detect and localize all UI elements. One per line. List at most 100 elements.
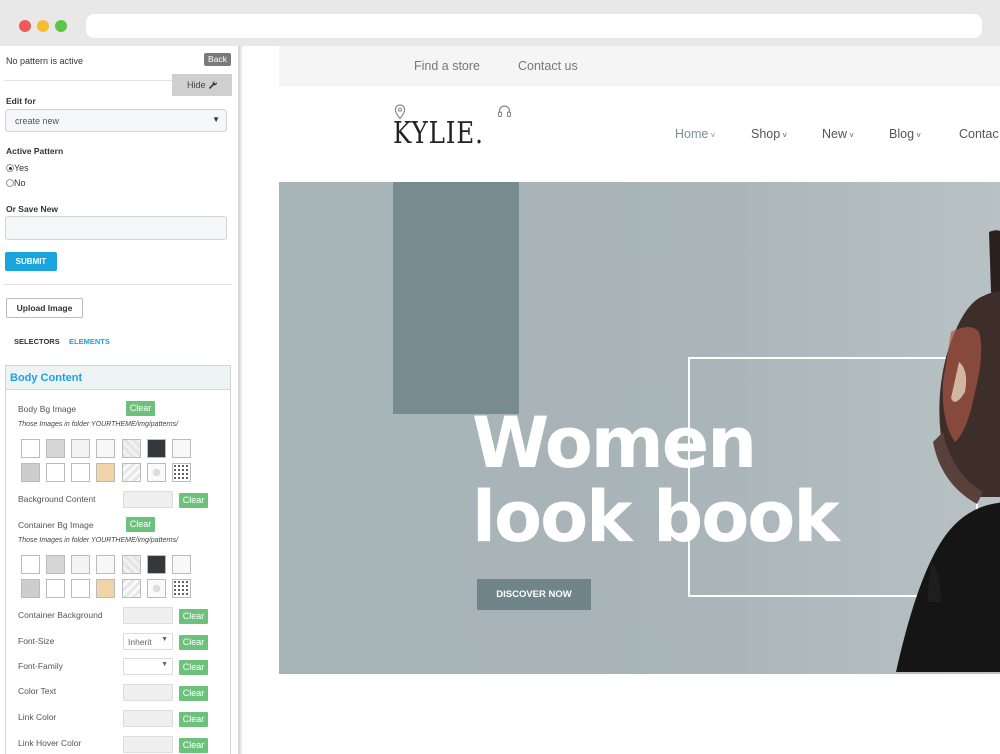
container-bg-image-label: Container Bg Image <box>18 520 94 530</box>
pattern-swatch[interactable] <box>172 555 191 574</box>
container-background-field[interactable] <box>123 607 173 624</box>
edit-for-label: Edit for <box>6 96 36 106</box>
pattern-swatch[interactable] <box>122 579 141 598</box>
pattern-swatch[interactable] <box>147 463 166 482</box>
nav-home-label: Home <box>675 127 709 141</box>
save-new-input[interactable] <box>5 216 227 240</box>
contact-us-link[interactable]: Contact us <box>518 59 578 73</box>
pattern-swatch[interactable] <box>96 579 115 598</box>
upload-image-button[interactable]: Upload Image <box>6 298 83 318</box>
link-color-field[interactable] <box>123 710 173 727</box>
site-logo[interactable]: KYLIE. <box>393 116 484 151</box>
pattern-swatch[interactable] <box>46 439 65 458</box>
chevron-down-icon: ˅ <box>780 131 788 140</box>
divider <box>4 284 232 285</box>
section-title[interactable]: Body Content <box>6 366 230 390</box>
discover-now-button[interactable]: DISCOVER NOW <box>477 579 591 610</box>
pattern-swatch[interactable] <box>96 439 115 458</box>
pattern-swatch[interactable] <box>96 463 115 482</box>
clear-button[interactable]: Clear <box>179 686 208 701</box>
clear-button[interactable]: Clear <box>179 712 208 727</box>
clear-button[interactable]: Clear <box>126 517 155 532</box>
nav-shop[interactable]: Shop ˅ <box>751 127 787 141</box>
pattern-swatch[interactable] <box>122 439 141 458</box>
address-bar[interactable] <box>86 14 982 38</box>
color-text-label: Color Text <box>18 686 57 696</box>
top-bar <box>279 46 1000 86</box>
hero-banner: Women look book DISCOVER NOW <box>279 182 1000 674</box>
close-window-dot[interactable] <box>19 20 31 32</box>
pattern-swatch[interactable] <box>46 463 65 482</box>
nav-home[interactable]: Home ˅ <box>675 127 715 141</box>
dropdown-arrow-icon: ▼ <box>212 115 220 124</box>
hide-button[interactable]: Hide <box>172 74 232 96</box>
pattern-swatch[interactable] <box>21 579 40 598</box>
color-text-field[interactable] <box>123 684 173 701</box>
pattern-swatch[interactable] <box>71 555 90 574</box>
font-size-value: Inherit <box>128 637 152 647</box>
nav-shop-label: Shop <box>751 127 781 141</box>
minimize-window-dot[interactable] <box>37 20 49 32</box>
clear-button[interactable]: Clear <box>179 493 208 508</box>
hero-headline: Women look book <box>472 406 840 558</box>
font-size-label: Font-Size <box>18 636 55 646</box>
nav-contact[interactable]: Contac <box>959 127 999 141</box>
pattern-swatch[interactable] <box>172 463 191 482</box>
radio-no[interactable]: No <box>6 178 26 188</box>
background-content-field[interactable] <box>123 491 173 508</box>
pattern-swatch[interactable] <box>96 555 115 574</box>
chevron-down-icon: ˅ <box>847 131 854 140</box>
font-family-select[interactable]: ▼ <box>123 658 173 675</box>
pattern-swatch[interactable] <box>71 439 90 458</box>
nav-blog[interactable]: Blog ˅ <box>889 127 921 141</box>
link-color-label: Link Color <box>18 712 57 722</box>
maximize-window-dot[interactable] <box>55 20 67 32</box>
body-bg-image-label: Body Bg Image <box>18 404 77 414</box>
model-image <box>871 202 1000 674</box>
tab-selectors[interactable]: SELECTORS <box>14 337 60 346</box>
pattern-swatch[interactable] <box>172 579 191 598</box>
clear-button[interactable]: Clear <box>179 635 208 650</box>
website-preview: Find a store Contact us KYLIE. Home ˅ Sh… <box>242 46 1000 754</box>
find-store-link[interactable]: Find a store <box>414 59 480 73</box>
pattern-swatch[interactable] <box>21 439 40 458</box>
hero-headline-line-2: look book <box>472 476 840 558</box>
radio-yes[interactable]: Yes <box>6 163 29 173</box>
clear-button[interactable]: Clear <box>179 738 208 753</box>
pattern-swatch[interactable] <box>46 555 65 574</box>
pattern-swatch[interactable] <box>71 579 90 598</box>
link-hover-color-label: Link Hover Color <box>18 738 82 748</box>
nav-blog-label: Blog <box>889 127 915 141</box>
link-hover-color-field[interactable] <box>123 736 173 753</box>
pattern-swatch[interactable] <box>147 555 166 574</box>
dropdown-arrow-icon: ▼ <box>161 661 168 668</box>
body-content-section: Body Content Body Bg Image Clear Those I… <box>5 365 231 754</box>
pattern-swatch[interactable] <box>147 579 166 598</box>
clear-button[interactable]: Clear <box>126 401 155 416</box>
pattern-swatch[interactable] <box>172 439 191 458</box>
pattern-swatch[interactable] <box>122 555 141 574</box>
wrench-icon <box>208 75 217 97</box>
folder-note: Those Images in folder YOURTHEME/img/pat… <box>18 421 179 428</box>
pattern-swatch[interactable] <box>21 555 40 574</box>
clear-button[interactable]: Clear <box>179 609 208 624</box>
pattern-swatch[interactable] <box>21 463 40 482</box>
radio-unchecked-icon <box>6 179 14 187</box>
font-size-select[interactable]: Inherit ▼ <box>123 633 173 650</box>
submit-button[interactable]: SUBMIT <box>5 252 57 271</box>
edit-for-select[interactable]: create new ▼ <box>5 109 227 132</box>
chevron-down-icon: ˅ <box>914 131 921 140</box>
headset-icon <box>497 104 512 120</box>
tab-elements[interactable]: ELEMENTS <box>69 337 110 346</box>
back-button[interactable]: Back <box>204 53 231 66</box>
pattern-swatch[interactable] <box>122 463 141 482</box>
container-background-label: Container Background <box>18 610 103 620</box>
font-family-label: Font-Family <box>18 661 63 671</box>
clear-button[interactable]: Clear <box>179 660 208 675</box>
pattern-swatch[interactable] <box>147 439 166 458</box>
nav-new[interactable]: New ˅ <box>822 127 854 141</box>
pattern-swatch[interactable] <box>46 579 65 598</box>
pattern-swatch[interactable] <box>71 463 90 482</box>
nav-new-label: New <box>822 127 848 141</box>
browser-chrome <box>0 0 1000 46</box>
